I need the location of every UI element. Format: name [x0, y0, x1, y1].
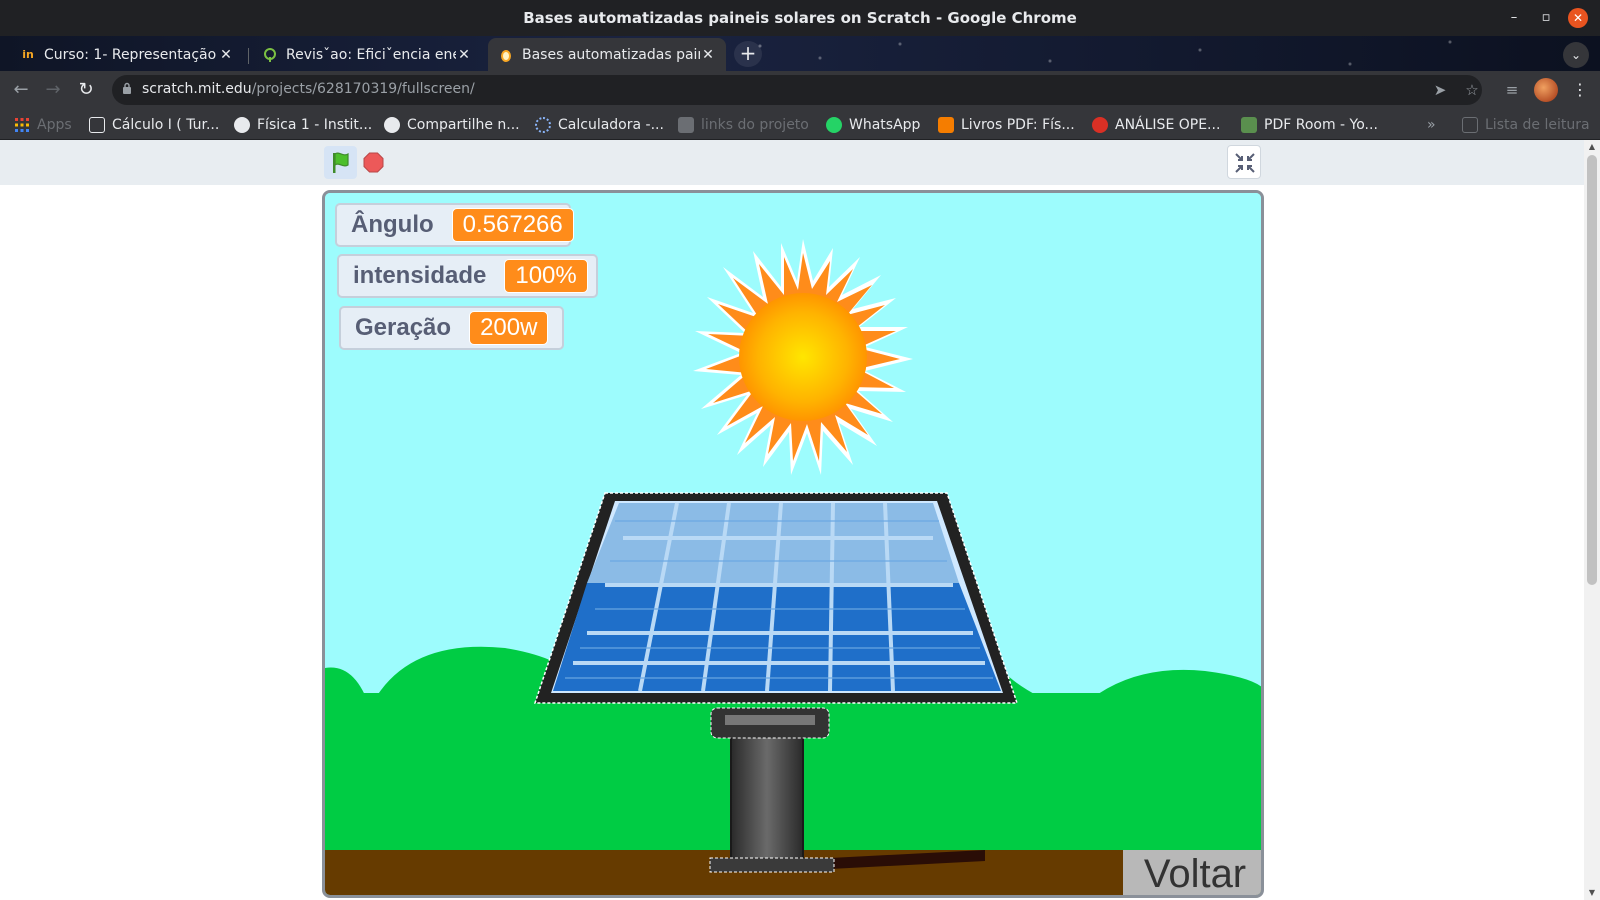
- bookmark-label: Livros PDF: Fís...: [961, 117, 1075, 133]
- page-scrollbar[interactable]: ▲ ▼: [1584, 140, 1600, 900]
- exit-fullscreen-button[interactable]: [1227, 145, 1261, 179]
- project-stage[interactable]: Ângulo 0.567266 intensidade 100% Geração…: [322, 190, 1264, 898]
- star-icon[interactable]: ☆: [1462, 80, 1482, 100]
- tab-title: Revisˇao: Eficiˇencia ener: [286, 46, 456, 63]
- globe-icon: [234, 117, 250, 133]
- whatsapp-icon: [826, 117, 842, 133]
- tab-title: Bases automatizadas pair: [522, 46, 700, 63]
- bookmark-livros[interactable]: Livros PDF: Fís...: [938, 114, 1075, 136]
- minimize-icon[interactable]: –: [1504, 8, 1524, 28]
- bookmark-label: Cálculo I ( Tur...: [112, 117, 220, 133]
- bookmark-pdfroom[interactable]: PDF Room - Yo...: [1241, 114, 1378, 136]
- tab-curso[interactable]: in Curso: 1- Representação g ✕: [10, 38, 244, 71]
- bookmark-label: Apps: [37, 117, 72, 133]
- bookmark-label: Física 1 - Instit...: [257, 117, 373, 133]
- monitor-value: 200w: [469, 311, 549, 345]
- tab-scratch-project[interactable]: Bases automatizadas pair ✕: [488, 38, 726, 71]
- menu-icon[interactable]: ⋮: [1570, 78, 1590, 102]
- bookmark-fisica[interactable]: Física 1 - Instit...: [234, 114, 372, 136]
- tab-revisao[interactable]: Revisˇao: Eficiˇencia ener ✕: [252, 38, 482, 71]
- bookmark-label: Compartilhe n...: [407, 117, 520, 133]
- close-icon[interactable]: ✕: [1568, 8, 1588, 28]
- tab-close-icon[interactable]: ✕: [456, 47, 472, 63]
- scratch-cat-icon: [498, 47, 514, 63]
- tab-separator: [248, 48, 249, 64]
- url-text: scratch.mit.edu/projects/628170319/fulls…: [142, 81, 475, 97]
- panel-base: [709, 857, 835, 873]
- bookmark-label: WhatsApp: [849, 117, 921, 133]
- url-path: /projects/628170319/fullscreen/: [251, 81, 475, 97]
- in-favicon-icon: in: [22, 47, 34, 61]
- monitor-label: Ângulo: [351, 211, 434, 238]
- folder-icon: [678, 117, 694, 133]
- monitor-label: Geração: [355, 314, 452, 341]
- bookmark-label: PDF Room - Yo...: [1264, 117, 1378, 133]
- lock-icon: [123, 82, 131, 94]
- reload-icon[interactable]: ↻: [75, 79, 97, 101]
- tab-close-icon[interactable]: ✕: [218, 47, 234, 63]
- bookmark-label: Calculadora -...: [558, 117, 664, 133]
- page-icon: [89, 117, 105, 133]
- bookmark-calculo[interactable]: Cálculo I ( Tur...: [89, 114, 219, 136]
- bookmark-label: Lista de leitura: [1485, 117, 1590, 133]
- plant-icon: [1241, 117, 1257, 133]
- bookmarks-overflow-button[interactable]: »: [1427, 114, 1436, 136]
- globe-icon: [384, 117, 400, 133]
- tab-strip: in Curso: 1- Representação g ✕ Revisˇao:…: [0, 36, 1600, 71]
- maximize-icon[interactable]: ▫: [1536, 8, 1556, 28]
- bookmark-compartilhe[interactable]: Compartilhe n...: [384, 114, 520, 136]
- tab-close-icon[interactable]: ✕: [700, 47, 716, 63]
- reading-list-icon: [1462, 117, 1478, 133]
- profile-avatar[interactable]: [1534, 78, 1558, 102]
- stage-header: [0, 140, 1584, 185]
- bookmark-analise[interactable]: ANÁLISE OPE...: [1092, 114, 1220, 136]
- panel-cells-upper: [587, 503, 959, 583]
- monitor-intensidade: intensidade 100%: [337, 254, 598, 298]
- back-icon[interactable]: ←: [10, 79, 32, 101]
- scroll-down-icon[interactable]: ▼: [1584, 886, 1600, 900]
- scratch-fullscreen-page: Ângulo 0.567266 intensidade 100% Geração…: [0, 140, 1584, 900]
- bookmark-calculadora[interactable]: Calculadora -...: [535, 114, 664, 136]
- exit-fullscreen-icon: [1235, 153, 1255, 173]
- monitor-angulo: Ângulo 0.567266: [335, 203, 574, 247]
- green-flag-icon: [333, 152, 349, 173]
- stage-scene: [325, 193, 1261, 895]
- monitor-value: 0.567266: [451, 208, 574, 242]
- tree-icon: [262, 47, 278, 63]
- bookmark-whatsapp[interactable]: WhatsApp: [826, 114, 920, 136]
- url-host: scratch.mit.edu: [142, 81, 252, 97]
- stop-sign-icon[interactable]: [363, 152, 384, 173]
- monitor-geracao: Geração 200w: [339, 306, 564, 350]
- bookmarks-bar: Apps Cálculo I ( Tur... Física 1 - Insti…: [0, 109, 1600, 140]
- window-title: Bases automatizadas paineis solares on S…: [523, 9, 1077, 27]
- reading-list-button[interactable]: Lista de leitura: [1462, 114, 1590, 136]
- address-bar[interactable]: scratch.mit.edu/projects/628170319/fulls…: [112, 75, 1482, 105]
- bookmark-label: ANÁLISE OPE...: [1115, 117, 1221, 133]
- monitor-value: 100%: [504, 259, 588, 293]
- loading-icon: [535, 117, 551, 133]
- panel-post: [730, 732, 804, 862]
- tab-search-icon[interactable]: ⌄: [1563, 42, 1589, 68]
- new-tab-button[interactable]: +: [734, 41, 762, 67]
- green-flag-button[interactable]: [324, 146, 357, 179]
- media-control-icon[interactable]: ≡: [1502, 80, 1522, 100]
- window-title-bar: Bases automatizadas paineis solares on S…: [0, 0, 1600, 36]
- monitor-label: intensidade: [353, 262, 487, 289]
- panel-cells-lower: [553, 583, 1001, 691]
- send-icon[interactable]: ➤: [1430, 80, 1450, 100]
- blogger-icon: [938, 117, 954, 133]
- scroll-up-icon[interactable]: ▲: [1584, 140, 1600, 154]
- forward-icon[interactable]: →: [42, 79, 64, 101]
- bookmark-label: links do projeto: [701, 117, 809, 133]
- red-circle-icon: [1092, 117, 1108, 133]
- bookmark-apps[interactable]: Apps: [14, 114, 72, 136]
- voltar-button[interactable]: Voltar: [1123, 850, 1261, 895]
- browser-toolbar: ← → ↻ scratch.mit.edu/projects/628170319…: [0, 71, 1600, 109]
- scrollbar-thumb[interactable]: [1587, 155, 1597, 585]
- bookmark-folder-links[interactable]: links do projeto: [678, 114, 809, 136]
- apps-grid-icon: [14, 117, 30, 133]
- tab-title: Curso: 1- Representação g: [44, 46, 218, 63]
